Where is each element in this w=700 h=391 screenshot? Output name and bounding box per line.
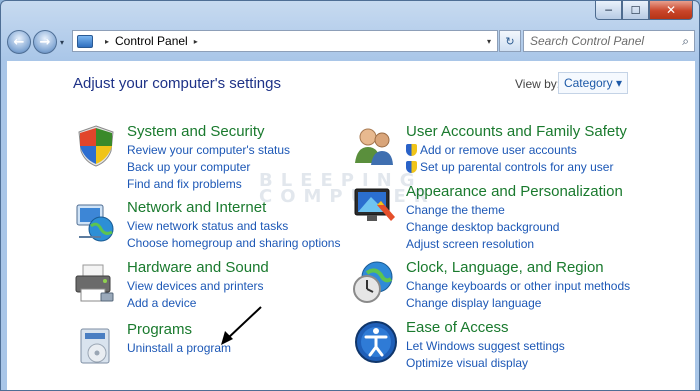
control-panel-window: ─ ☐ ✕ ← → ▾ ▸ Control Panel ▸ ▾ ↻ Search… [0, 0, 700, 391]
content-pane: Adjust your computer's settings View by:… [7, 61, 695, 390]
user-accounts-icon[interactable] [351, 123, 397, 169]
programs-icon[interactable] [73, 323, 119, 369]
link-uninstall-program[interactable]: Uninstall a program [127, 340, 231, 357]
link-adjust-screen-resolution[interactable]: Adjust screen resolution [406, 236, 623, 253]
refresh-button[interactable]: ↻ [499, 30, 521, 52]
view-by-label: View by: [515, 77, 561, 91]
printer-icon[interactable] [71, 261, 117, 307]
link-change-display-language[interactable]: Change display language [406, 295, 630, 312]
back-button[interactable]: ← [7, 30, 31, 54]
category-title-appearance[interactable]: Appearance and Personalization [406, 183, 623, 200]
link-parental-controls[interactable]: Set up parental controls for any user [406, 159, 627, 176]
category-title-programs[interactable]: Programs [127, 321, 231, 338]
uac-shield-icon [406, 161, 417, 173]
link-change-desktop-background[interactable]: Change desktop background [406, 219, 623, 236]
close-button[interactable]: ✕ [649, 1, 693, 20]
category-title-system-security[interactable]: System and Security [127, 123, 290, 140]
link-change-keyboards[interactable]: Change keyboards or other input methods [406, 278, 630, 295]
recent-pages-dropdown[interactable]: ▾ [60, 38, 64, 47]
link-homegroup-sharing[interactable]: Choose homegroup and sharing options [127, 235, 340, 252]
link-view-network-status[interactable]: View network status and tasks [127, 218, 340, 235]
annotation-arrow-icon [221, 306, 262, 345]
search-input[interactable]: Search Control Panel ⌕ [523, 30, 695, 52]
category-programs: Programs Uninstall a program [127, 321, 231, 357]
ease-of-access-icon[interactable] [353, 319, 399, 365]
appearance-monitor-icon[interactable] [351, 183, 397, 229]
search-icon[interactable]: ⌕ [682, 34, 689, 49]
link-review-computer-status[interactable]: Review your computer's status [127, 142, 290, 159]
maximize-button[interactable]: ☐ [622, 1, 649, 20]
category-title-hardware-sound[interactable]: Hardware and Sound [127, 259, 269, 276]
control-panel-icon [77, 34, 93, 48]
minimize-button[interactable]: ─ [595, 1, 622, 20]
link-parental-controls-label[interactable]: Set up parental controls for any user [420, 160, 613, 174]
link-find-fix-problems[interactable]: Find and fix problems [127, 176, 290, 193]
network-globe-icon[interactable] [71, 199, 117, 245]
search-placeholder: Search Control Panel [530, 34, 645, 48]
view-by-dropdown[interactable]: Category ▾ [558, 72, 628, 94]
category-title-clock-region[interactable]: Clock, Language, and Region [406, 259, 630, 276]
link-windows-suggest-settings[interactable]: Let Windows suggest settings [406, 338, 565, 355]
category-title-network-internet[interactable]: Network and Internet [127, 199, 340, 216]
clock-globe-icon[interactable] [351, 259, 397, 305]
category-title-user-accounts[interactable]: User Accounts and Family Safety [406, 123, 627, 140]
system-security-shield-icon[interactable] [73, 123, 119, 169]
link-add-remove-users-label[interactable]: Add or remove user accounts [420, 143, 577, 157]
category-appearance: Appearance and Personalization Change th… [406, 183, 623, 253]
category-network-internet: Network and Internet View network status… [127, 199, 340, 252]
link-change-theme[interactable]: Change the theme [406, 202, 623, 219]
caption-buttons: ─ ☐ ✕ [595, 1, 693, 20]
link-optimize-visual-display[interactable]: Optimize visual display [406, 355, 565, 372]
breadcrumb-control-panel[interactable]: Control Panel [115, 34, 188, 48]
category-clock-region: Clock, Language, and Region Change keybo… [406, 259, 630, 312]
address-dropdown-icon[interactable]: ▾ [481, 31, 497, 51]
category-title-ease-of-access[interactable]: Ease of Access [406, 319, 565, 336]
breadcrumb-separator[interactable]: ▸ [105, 37, 109, 46]
category-user-accounts: User Accounts and Family Safety Add or r… [406, 123, 627, 176]
page-title: Adjust your computer's settings [73, 75, 281, 92]
navigation-bar: ← → ▾ ▸ Control Panel ▸ ▾ ↻ Search Contr… [7, 28, 695, 56]
link-back-up-computer[interactable]: Back up your computer [127, 159, 290, 176]
link-add-remove-users[interactable]: Add or remove user accounts [406, 142, 627, 159]
forward-button[interactable]: → [33, 30, 57, 54]
category-system-security: System and Security Review your computer… [127, 123, 290, 193]
breadcrumb-separator[interactable]: ▸ [194, 37, 198, 46]
link-view-devices-printers[interactable]: View devices and printers [127, 278, 269, 295]
uac-shield-icon [406, 144, 417, 156]
category-ease-of-access: Ease of Access Let Windows suggest setti… [406, 319, 565, 372]
address-bar[interactable]: ▸ Control Panel ▸ ▾ [72, 30, 498, 52]
